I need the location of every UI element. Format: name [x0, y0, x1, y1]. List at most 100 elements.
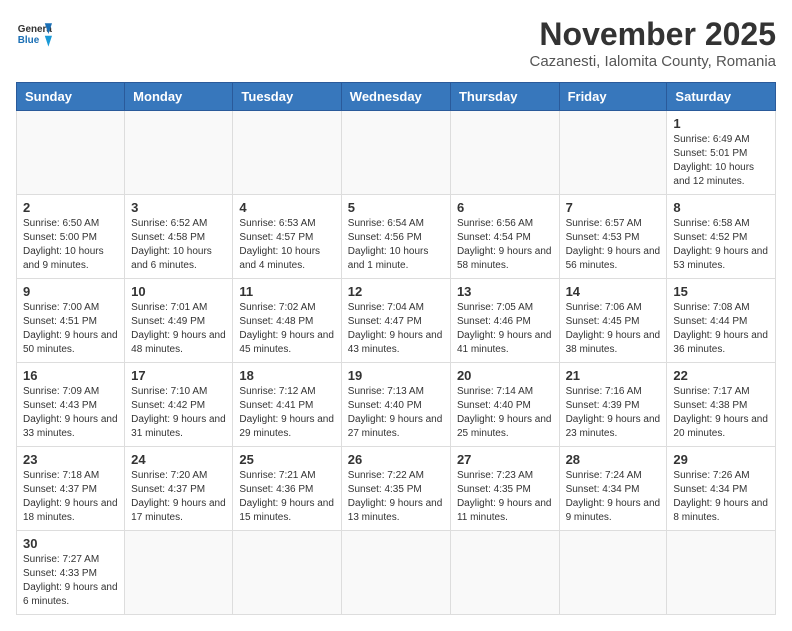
day-info: Sunrise: 6:57 AM Sunset: 4:53 PM Dayligh… — [566, 217, 661, 273]
day-info: Sunrise: 7:22 AM Sunset: 4:35 PM Dayligh… — [348, 469, 444, 525]
day-number: 13 — [457, 284, 553, 299]
day-number: 5 — [348, 200, 444, 215]
calendar-cell: 9Sunrise: 7:00 AM Sunset: 4:51 PM Daylig… — [17, 279, 125, 363]
header-wednesday: Wednesday — [341, 83, 450, 111]
day-number: 17 — [131, 368, 226, 383]
day-number: 7 — [566, 200, 661, 215]
svg-text:Blue: Blue — [18, 35, 40, 46]
day-info: Sunrise: 6:52 AM Sunset: 4:58 PM Dayligh… — [131, 217, 226, 273]
day-number: 2 — [23, 200, 118, 215]
day-info: Sunrise: 6:50 AM Sunset: 5:00 PM Dayligh… — [23, 217, 118, 273]
calendar-cell: 24Sunrise: 7:20 AM Sunset: 4:37 PM Dayli… — [125, 447, 233, 531]
day-info: Sunrise: 7:16 AM Sunset: 4:39 PM Dayligh… — [566, 385, 661, 441]
calendar-cell: 26Sunrise: 7:22 AM Sunset: 4:35 PM Dayli… — [341, 447, 450, 531]
calendar-cell: 21 Sunrise: 7:16 AM Sunset: 4:39 PM Dayli… — [559, 363, 667, 447]
calendar-cell: 5 Sunrise: 6:54 AM Sunset: 4:56 PM Daylig… — [341, 195, 450, 279]
day-number: 3 — [131, 200, 226, 215]
day-number: 28 — [566, 452, 661, 467]
calendar-cell: 28 Sunrise: 7:24 AM Sunset: 4:34 PM Dayli… — [559, 447, 667, 531]
day-info: Sunrise: 7:05 AM Sunset: 4:46 PM Dayligh… — [457, 301, 553, 357]
day-info: Sunrise: 6:54 AM Sunset: 4:56 PM Dayligh… — [348, 217, 444, 273]
calendar-week-row: 1 Sunrise: 6:49 AM Sunset: 5:01 PM Daylig… — [17, 111, 776, 195]
day-number: 22 — [673, 368, 769, 383]
calendar-cell: 23 Sunrise: 7:18 AM Sunset: 4:37 PM Dayli… — [17, 447, 125, 531]
day-info: Sunrise: 7:10 AM Sunset: 4:42 PM Dayligh… — [131, 385, 226, 441]
day-info: Sunrise: 7:18 AM Sunset: 4:37 PM Dayligh… — [23, 469, 118, 525]
day-info: Sunrise: 7:23 AM Sunset: 4:35 PM Dayligh… — [457, 469, 553, 525]
day-info: Sunrise: 7:24 AM Sunset: 4:34 PM Dayligh… — [566, 469, 661, 525]
day-info: Sunrise: 7:01 AM Sunset: 4:49 PM Dayligh… — [131, 301, 226, 357]
day-number: 4 — [239, 200, 334, 215]
logo-icon: General Blue — [16, 16, 52, 52]
calendar-cell: 17 Sunrise: 7:10 AM Sunset: 4:42 PM Dayli… — [125, 363, 233, 447]
calendar-cell: 13 Sunrise: 7:05 AM Sunset: 4:46 PM Dayli… — [450, 279, 559, 363]
calendar-week-row: 9Sunrise: 7:00 AM Sunset: 4:51 PM Daylig… — [17, 279, 776, 363]
day-info: Sunrise: 7:08 AM Sunset: 4:44 PM Dayligh… — [673, 301, 769, 357]
calendar-cell — [233, 111, 341, 195]
day-info: Sunrise: 7:09 AM Sunset: 4:43 PM Dayligh… — [23, 385, 118, 441]
day-number: 24 — [131, 452, 226, 467]
calendar-week-row: 16 Sunrise: 7:09 AM Sunset: 4:43 PM Dayli… — [17, 363, 776, 447]
day-info: Sunrise: 7:06 AM Sunset: 4:45 PM Dayligh… — [566, 301, 661, 357]
calendar-cell — [450, 111, 559, 195]
title-block: November 2025 Cazanesti, Ialomita County… — [529, 16, 776, 70]
header-monday: Monday — [125, 83, 233, 111]
day-number: 25 — [239, 452, 334, 467]
calendar-cell: 27 Sunrise: 7:23 AM Sunset: 4:35 PM Dayli… — [450, 447, 559, 531]
day-number: 21 — [566, 368, 661, 383]
day-info: Sunrise: 7:26 AM Sunset: 4:34 PM Dayligh… — [673, 469, 769, 525]
day-number: 10 — [131, 284, 226, 299]
day-info: Sunrise: 7:02 AM Sunset: 4:48 PM Dayligh… — [239, 301, 334, 357]
header-sunday: Sunday — [17, 83, 125, 111]
logo: General Blue — [16, 16, 52, 52]
day-number: 18 — [239, 368, 334, 383]
calendar-cell — [559, 531, 667, 615]
day-number: 20 — [457, 368, 553, 383]
calendar-cell: 7 Sunrise: 6:57 AM Sunset: 4:53 PM Daylig… — [559, 195, 667, 279]
calendar-cell: 19 Sunrise: 7:13 AM Sunset: 4:40 PM Dayli… — [341, 363, 450, 447]
day-info: Sunrise: 6:49 AM Sunset: 5:01 PM Dayligh… — [673, 133, 769, 189]
day-info: Sunrise: 7:17 AM Sunset: 4:38 PM Dayligh… — [673, 385, 769, 441]
day-number: 23 — [23, 452, 118, 467]
calendar-cell: 10 Sunrise: 7:01 AM Sunset: 4:49 PM Dayli… — [125, 279, 233, 363]
day-number: 9 — [23, 284, 118, 299]
calendar-week-row: 23 Sunrise: 7:18 AM Sunset: 4:37 PM Dayli… — [17, 447, 776, 531]
calendar-cell: 12Sunrise: 7:04 AM Sunset: 4:47 PM Dayli… — [341, 279, 450, 363]
day-number: 14 — [566, 284, 661, 299]
day-number: 29 — [673, 452, 769, 467]
calendar-cell — [17, 111, 125, 195]
day-number: 11 — [239, 284, 334, 299]
calendar-week-row: 30Sunrise: 7:27 AM Sunset: 4:33 PM Dayli… — [17, 531, 776, 615]
calendar-cell — [125, 111, 233, 195]
day-number: 6 — [457, 200, 553, 215]
calendar-cell: 14 Sunrise: 7:06 AM Sunset: 4:45 PM Dayli… — [559, 279, 667, 363]
calendar-cell — [341, 531, 450, 615]
header-saturday: Saturday — [667, 83, 776, 111]
calendar-week-row: 2 Sunrise: 6:50 AM Sunset: 5:00 PM Daylig… — [17, 195, 776, 279]
calendar-header-row: SundayMondayTuesdayWednesdayThursdayFrid… — [17, 83, 776, 111]
day-number: 27 — [457, 452, 553, 467]
month-title: November 2025 — [529, 16, 776, 53]
day-number: 1 — [673, 116, 769, 131]
day-info: Sunrise: 6:56 AM Sunset: 4:54 PM Dayligh… — [457, 217, 553, 273]
day-info: Sunrise: 7:12 AM Sunset: 4:41 PM Dayligh… — [239, 385, 334, 441]
calendar-cell — [125, 531, 233, 615]
day-number: 19 — [348, 368, 444, 383]
day-info: Sunrise: 6:58 AM Sunset: 4:52 PM Dayligh… — [673, 217, 769, 273]
day-info: Sunrise: 7:13 AM Sunset: 4:40 PM Dayligh… — [348, 385, 444, 441]
day-number: 16 — [23, 368, 118, 383]
calendar-cell: 6 Sunrise: 6:56 AM Sunset: 4:54 PM Daylig… — [450, 195, 559, 279]
calendar-cell: 11 Sunrise: 7:02 AM Sunset: 4:48 PM Dayli… — [233, 279, 341, 363]
calendar-cell — [667, 531, 776, 615]
day-number: 8 — [673, 200, 769, 215]
calendar-cell — [559, 111, 667, 195]
calendar-cell: 18 Sunrise: 7:12 AM Sunset: 4:41 PM Dayli… — [233, 363, 341, 447]
calendar-cell: 16 Sunrise: 7:09 AM Sunset: 4:43 PM Dayli… — [17, 363, 125, 447]
calendar-cell: 3 Sunrise: 6:52 AM Sunset: 4:58 PM Daylig… — [125, 195, 233, 279]
calendar-cell: 1 Sunrise: 6:49 AM Sunset: 5:01 PM Daylig… — [667, 111, 776, 195]
calendar-cell: 22 Sunrise: 7:17 AM Sunset: 4:38 PM Dayli… — [667, 363, 776, 447]
header-tuesday: Tuesday — [233, 83, 341, 111]
day-number: 30 — [23, 536, 118, 551]
calendar-cell: 29 Sunrise: 7:26 AM Sunset: 4:34 PM Dayli… — [667, 447, 776, 531]
calendar-cell: 2 Sunrise: 6:50 AM Sunset: 5:00 PM Daylig… — [17, 195, 125, 279]
